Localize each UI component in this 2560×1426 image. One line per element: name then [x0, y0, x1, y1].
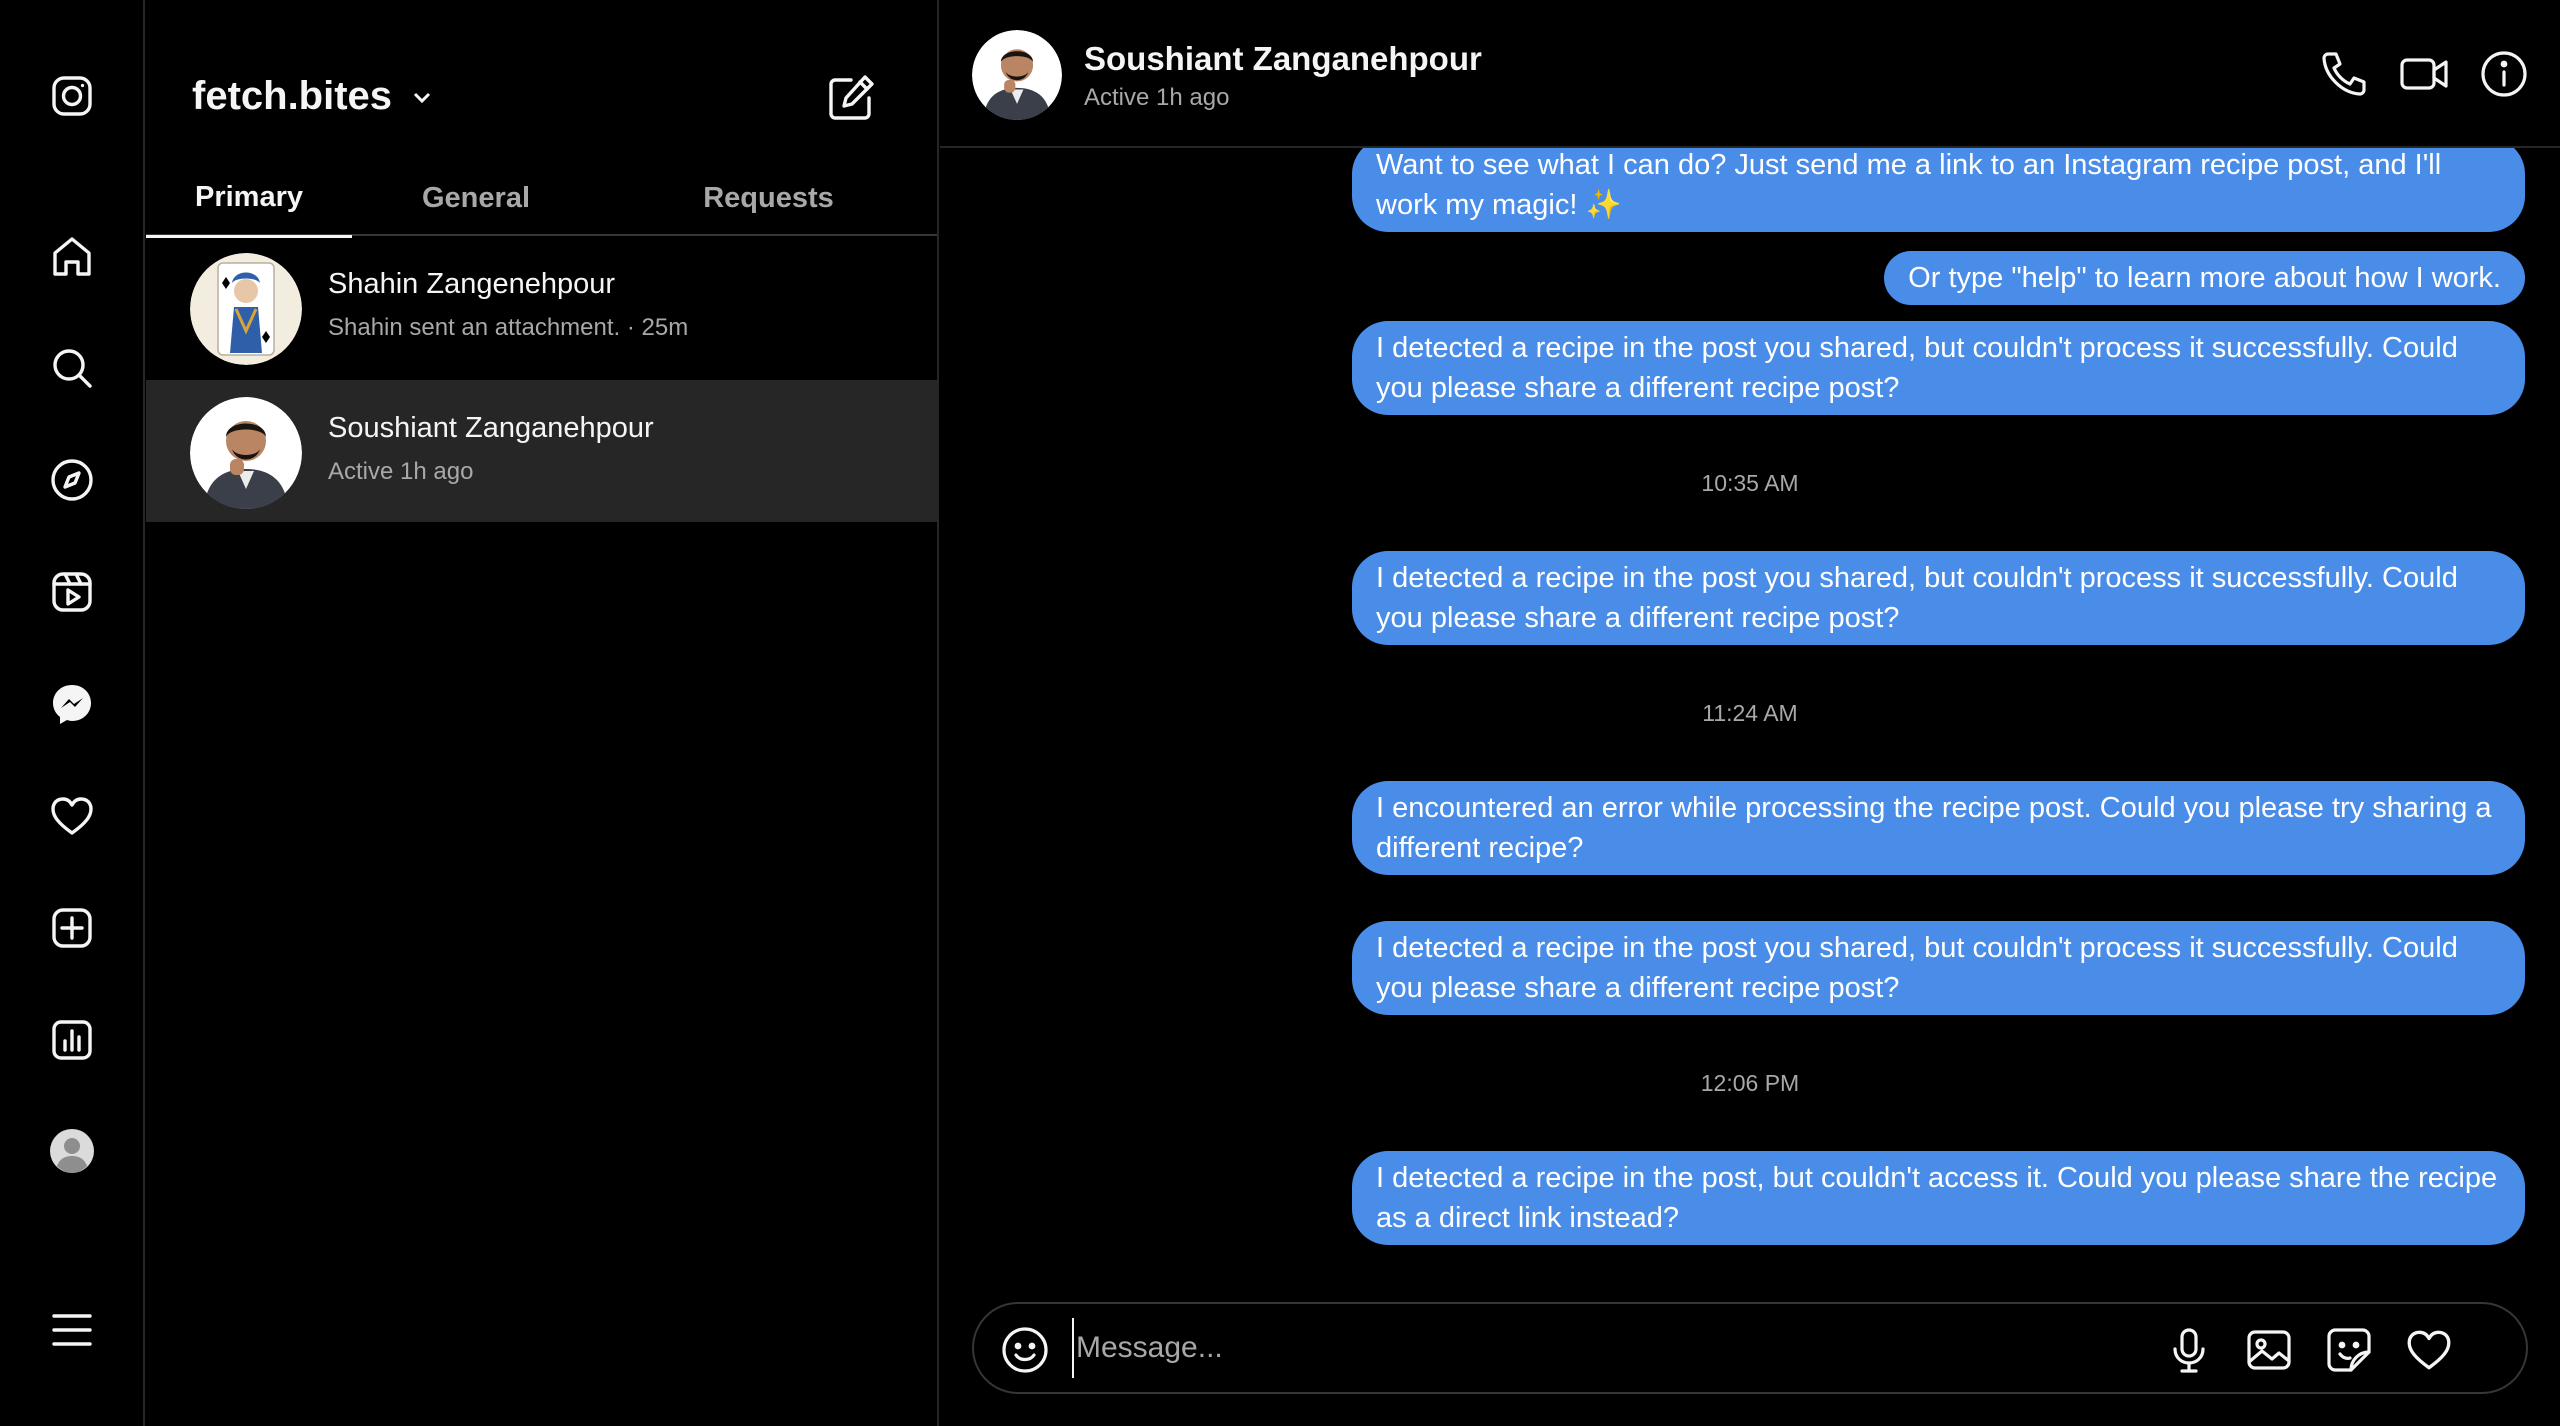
chat-panel: Soushiant Zanganehpour Active 1h ago Wan…	[940, 0, 2560, 1426]
message-thread: Want to see what I can do? Just send me …	[940, 148, 2560, 1268]
message-bubble[interactable]: Or type "help" to learn more about how I…	[1884, 251, 2525, 305]
chat-contact-name[interactable]: Soushiant Zanganehpour	[1084, 40, 1482, 78]
inbox-tabs: Primary General Requests	[146, 160, 937, 238]
message-input[interactable]	[1072, 1318, 2072, 1378]
message-bubble[interactable]: I detected a recipe in the post you shar…	[1352, 321, 2525, 415]
thread-item-selected[interactable]: Soushiant Zanganehpour Active 1h ago	[146, 380, 937, 522]
account-switcher[interactable]: fetch.bites	[192, 74, 434, 119]
like-heart-icon[interactable]	[2404, 1325, 2454, 1375]
chat-header: Soushiant Zanganehpour Active 1h ago	[940, 0, 2560, 148]
messenger-icon[interactable]	[44, 676, 100, 732]
info-icon[interactable]	[2478, 48, 2530, 100]
nav-rail	[0, 0, 145, 1426]
heart-icon[interactable]	[44, 788, 100, 844]
conversation-list-panel: fetch.bites Primary General Requests Sha…	[146, 0, 939, 1426]
chat-avatar[interactable]	[972, 30, 1062, 120]
explore-icon[interactable]	[44, 452, 100, 508]
tab-requests[interactable]: Requests	[600, 160, 937, 236]
message-bubble[interactable]: I detected a recipe in the post you shar…	[1352, 551, 2525, 645]
chevron-down-icon	[410, 74, 434, 119]
search-icon[interactable]	[44, 340, 100, 396]
microphone-icon[interactable]	[2164, 1325, 2214, 1375]
thread-status: Active 1h ago	[328, 458, 474, 485]
avatar	[190, 253, 302, 365]
account-username: fetch.bites	[192, 74, 393, 118]
create-icon[interactable]	[44, 900, 100, 956]
message-timestamp: 11:24 AM	[1702, 700, 1798, 726]
thread-name: Soushiant Zanganehpour	[328, 412, 654, 444]
chat-contact-status: Active 1h ago	[1084, 84, 1230, 111]
compose-icon	[829, 75, 874, 120]
message-composer	[972, 1302, 2528, 1394]
thread-preview: Shahin sent an attachment. · 25m	[328, 314, 689, 341]
new-message-button[interactable]	[827, 72, 877, 122]
thread-name: Shahin Zangenehpour	[328, 268, 616, 300]
message-bubble[interactable]: I detected a recipe in the post you shar…	[1352, 921, 2525, 1015]
video-call-icon[interactable]	[2398, 48, 2450, 100]
image-icon[interactable]	[2244, 1325, 2294, 1375]
phone-icon[interactable]	[2318, 48, 2370, 100]
home-icon[interactable]	[44, 229, 100, 285]
thread-item[interactable]: Shahin Zangenehpour Shahin sent an attac…	[146, 236, 937, 378]
message-timestamp: 10:35 AM	[1701, 470, 1799, 496]
dashboard-icon[interactable]	[44, 1012, 100, 1068]
menu-icon[interactable]	[44, 1302, 100, 1358]
reels-icon[interactable]	[44, 564, 100, 620]
sticker-icon[interactable]	[2324, 1325, 2374, 1375]
message-bubble[interactable]: I encountered an error while processing …	[1352, 781, 2525, 875]
avatar	[190, 397, 302, 509]
tab-primary[interactable]: Primary	[146, 160, 352, 238]
profile-icon[interactable]	[44, 1123, 100, 1179]
instagram-dm-app: fetch.bites Primary General Requests Sha…	[0, 0, 2560, 1426]
instagram-logo-icon[interactable]	[44, 68, 100, 124]
emoji-icon[interactable]	[1000, 1325, 1050, 1375]
message-timestamp: 12:06 PM	[1700, 1070, 1800, 1096]
message-bubble[interactable]: Want to see what I can do? Just send me …	[1352, 148, 2525, 232]
tab-general[interactable]: General	[352, 160, 600, 236]
message-bubble[interactable]: I detected a recipe in the post, but cou…	[1352, 1151, 2525, 1245]
